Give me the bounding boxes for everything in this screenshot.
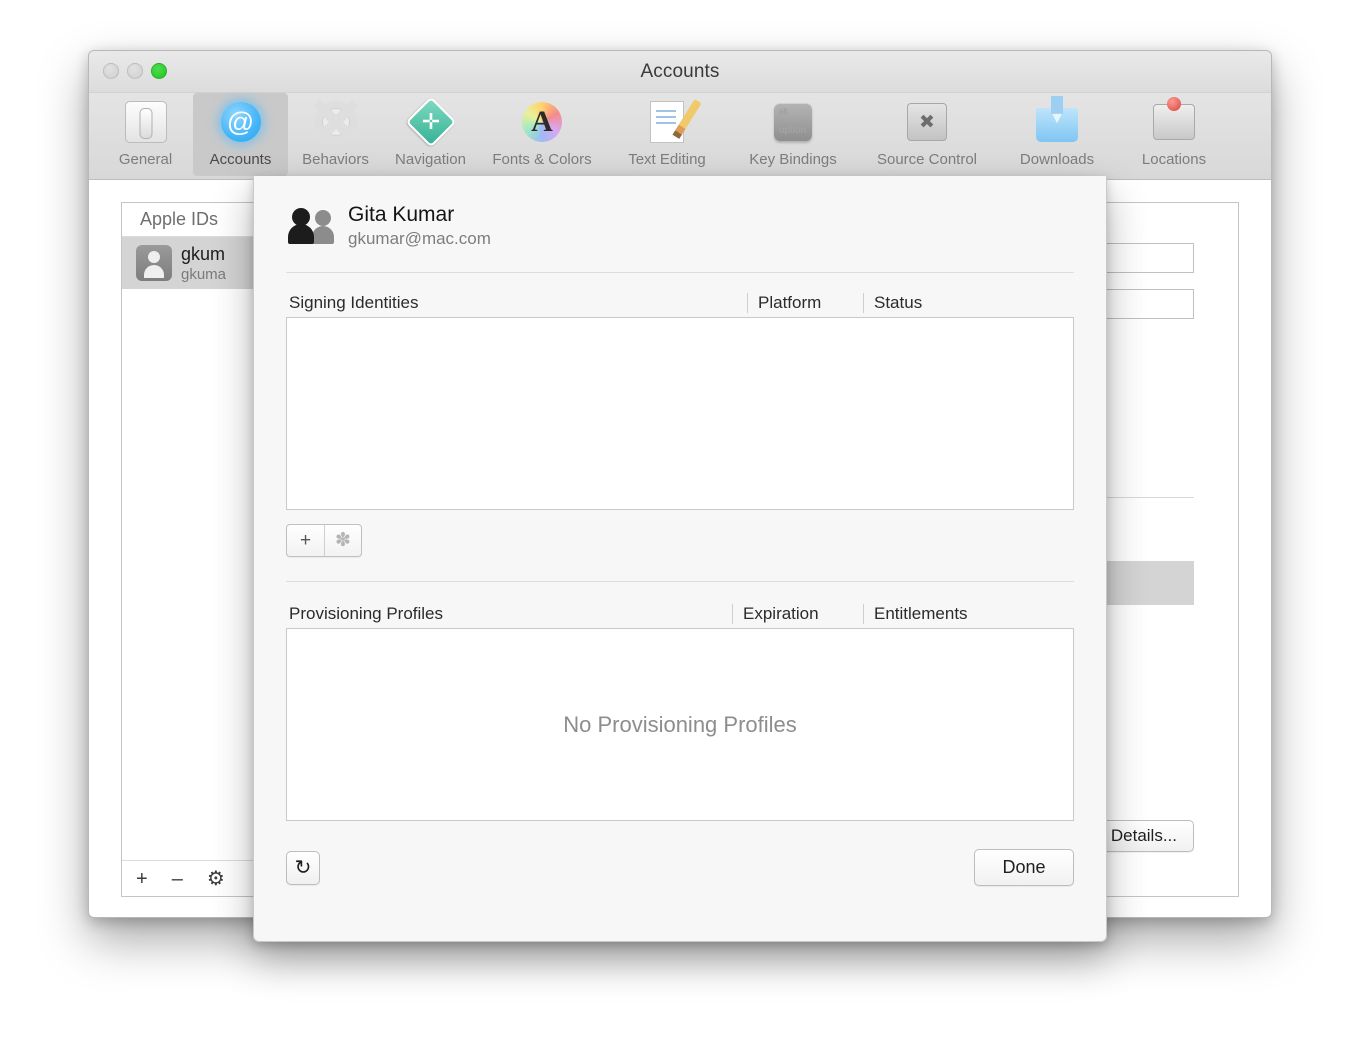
key-icon-alt-label: alt: [779, 107, 788, 116]
toolbar-item-fonts-colors[interactable]: Fonts & Colors: [478, 93, 606, 176]
accounts-sidebar: Apple IDs gkum gkuma + – ⚙: [121, 202, 269, 897]
toolbar-item-accounts[interactable]: @ Accounts: [193, 93, 288, 176]
sidebar-footer-toolbar: + – ⚙: [122, 860, 268, 896]
column-header-signing-identities: Signing Identities: [289, 293, 419, 312]
toolbar-label-downloads: Downloads: [1019, 151, 1095, 168]
details-area: Details...: [1093, 820, 1194, 852]
preferences-toolbar: General @ Accounts Behaviors Navigation …: [89, 93, 1271, 180]
account-text: gkum gkuma: [181, 243, 226, 284]
toolbar-item-navigation[interactable]: Navigation: [383, 93, 478, 176]
behaviors-gear-icon: [311, 97, 361, 147]
key-bindings-icon: alt option: [768, 97, 818, 147]
provisioning-profiles-list[interactable]: No Provisioning Profiles: [286, 629, 1074, 821]
column-header-expiration: Expiration: [743, 604, 819, 623]
toolbar-label-locations: Locations: [1141, 151, 1207, 168]
people-icon: [288, 206, 334, 246]
toolbar-label-text-editing: Text Editing: [628, 151, 706, 168]
toolbar-item-locations[interactable]: Locations: [1118, 93, 1230, 176]
accounts-at-icon: @: [216, 97, 266, 147]
toolbar-label-accounts: Accounts: [209, 151, 272, 168]
signing-identities-segmented-control: + ✽: [286, 524, 362, 557]
toolbar-item-source-control[interactable]: Source Control: [858, 93, 996, 176]
provisioning-profiles-column-headers: Provisioning Profiles Expiration Entitle…: [286, 604, 1074, 629]
refresh-button[interactable]: ↻: [286, 850, 320, 885]
add-signing-identity-button[interactable]: +: [287, 525, 324, 556]
account-name: gkum: [181, 243, 226, 264]
toolbar-label-behaviors: Behaviors: [302, 151, 369, 168]
toolbar-item-key-bindings[interactable]: alt option Key Bindings: [728, 93, 858, 176]
downloads-icon: [1032, 96, 1082, 147]
account-settings-gear-icon[interactable]: ⚙: [207, 869, 225, 889]
column-separator: [747, 293, 748, 313]
general-icon: [121, 97, 171, 147]
account-details-sheet: Gita Kumar gkumar@mac.com Signing Identi…: [253, 176, 1107, 942]
sheet-section-divider: [286, 581, 1074, 582]
done-button[interactable]: Done: [974, 849, 1074, 886]
fonts-colors-icon: [517, 97, 567, 147]
sheet-account-header: Gita Kumar gkumar@mac.com: [286, 176, 1074, 273]
column-header-platform: Platform: [758, 293, 822, 312]
sheet-account-text: Gita Kumar gkumar@mac.com: [348, 202, 491, 250]
remove-account-button[interactable]: –: [172, 869, 183, 889]
window-titlebar: Accounts: [89, 51, 1271, 93]
source-control-icon: [902, 97, 952, 147]
provisioning-profiles-empty-message: No Provisioning Profiles: [563, 711, 797, 737]
toolbar-label-fonts-colors: Fonts & Colors: [492, 151, 592, 168]
toolbar-label-navigation: Navigation: [395, 151, 466, 168]
signing-identities-column-headers: Signing Identities Platform Status: [286, 293, 1074, 318]
signing-identities-list[interactable]: [286, 318, 1074, 510]
toolbar-item-text-editing[interactable]: Text Editing: [606, 93, 728, 176]
sheet-account-name: Gita Kumar: [348, 203, 455, 226]
details-button[interactable]: Details...: [1093, 820, 1194, 852]
window-title: Accounts: [640, 61, 720, 82]
column-header-entitlements: Entitlements: [874, 604, 968, 623]
provisioning-profiles-section: Provisioning Profiles Expiration Entitle…: [286, 604, 1074, 821]
person-avatar-icon: [136, 245, 172, 281]
text-editing-icon: [642, 97, 702, 147]
toolbar-label-key-bindings: Key Bindings: [749, 151, 837, 168]
key-icon-option-label: option: [779, 125, 807, 136]
toolbar-label-general: General: [118, 151, 173, 168]
account-email: gkuma: [181, 265, 227, 283]
column-separator: [863, 604, 864, 624]
screen: Accounts General @ Accounts Behaviors Na…: [0, 0, 1360, 1048]
locations-icon: [1149, 97, 1199, 147]
sidebar-section-header: Apple IDs: [122, 203, 268, 237]
column-separator: [732, 604, 733, 624]
sheet-footer: ↻ Done: [286, 849, 1074, 886]
add-account-button[interactable]: +: [136, 869, 148, 889]
signing-identities-section: Signing Identities Platform Status + ✽: [286, 293, 1074, 557]
list-item-account[interactable]: gkum gkuma: [122, 237, 268, 289]
column-header-status: Status: [874, 293, 923, 312]
sheet-account-email: gkumar@mac.com: [348, 229, 491, 248]
accounts-list: gkum gkuma: [122, 237, 268, 860]
signing-identity-options-gear-icon[interactable]: ✽: [324, 525, 361, 556]
navigation-icon: [405, 96, 456, 148]
column-header-provisioning-profiles: Provisioning Profiles: [289, 604, 444, 623]
column-separator: [863, 293, 864, 313]
toolbar-item-general[interactable]: General: [98, 93, 193, 176]
toolbar-item-downloads[interactable]: Downloads: [996, 93, 1118, 176]
toolbar-label-source-control: Source Control: [876, 151, 978, 168]
toolbar-item-behaviors[interactable]: Behaviors: [288, 93, 383, 176]
